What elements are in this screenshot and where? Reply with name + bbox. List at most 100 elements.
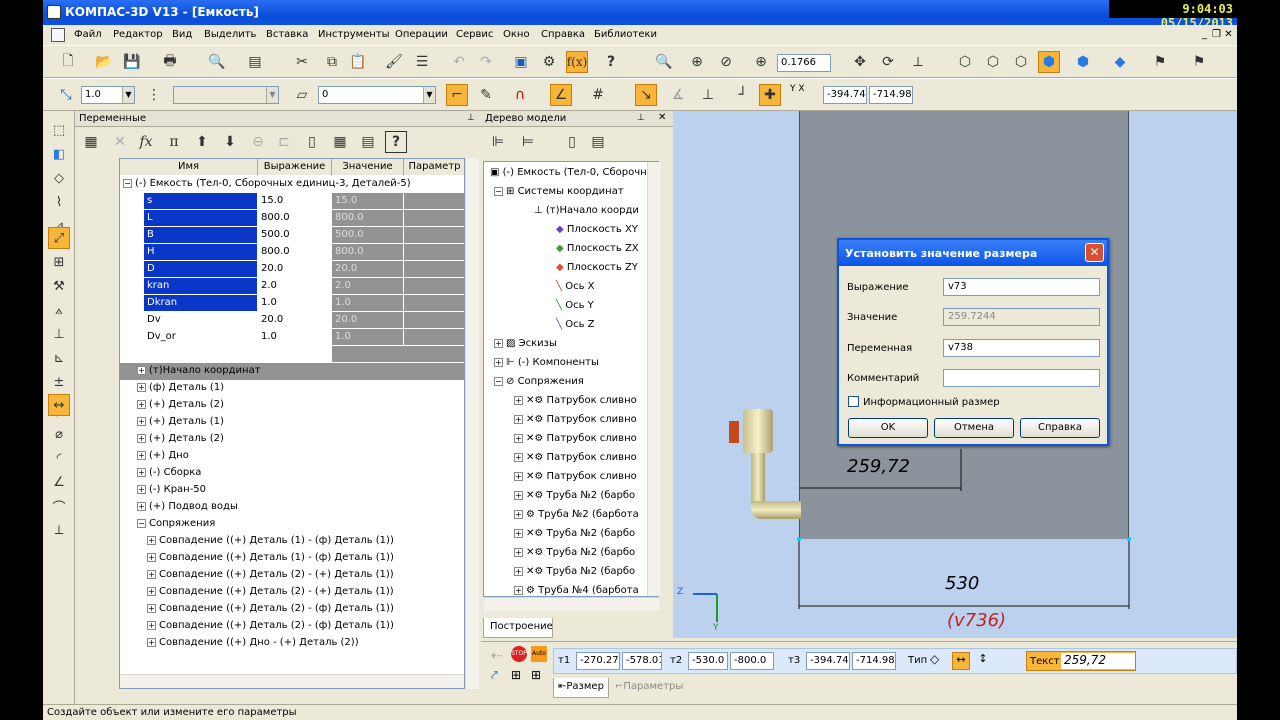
table-row[interactable]: L 800.0 800.0 [120, 210, 464, 227]
group-row[interactable]: + (+) Деталь (2) [120, 431, 464, 448]
t2-x-field[interactable]: -530.0 [688, 652, 728, 670]
comment-input[interactable] [943, 369, 1100, 387]
minimize-icon[interactable]: _ [1199, 30, 1210, 41]
expand-icon[interactable]: + [147, 603, 156, 613]
var-expr[interactable]: 800.0 [258, 210, 332, 227]
tree-view-icon[interactable]: ▤ [244, 51, 266, 73]
tab-params[interactable]: ⌐Параметры [611, 678, 691, 698]
zoom-scale-field[interactable]: 0.1766 [777, 54, 831, 72]
tree-node[interactable]: − ⊞ Системы координат [494, 186, 624, 197]
table-icon[interactable]: ▦ [329, 131, 351, 153]
list-item[interactable]: + Совпадение ((+) Деталь (2) - (ф) Деталь… [120, 601, 464, 618]
cursor-snap-icon[interactable]: ✚ [759, 84, 781, 106]
step-line-icon[interactable]: ┘ [732, 84, 754, 106]
var-name[interactable]: H [144, 244, 258, 261]
help-button[interactable]: Справка [1020, 418, 1100, 438]
expand-icon[interactable]: + [514, 490, 523, 500]
save-icon[interactable]: 💾 [121, 51, 143, 73]
t2-y-field[interactable]: -800.0 [730, 652, 774, 670]
expand-icon[interactable]: + [514, 585, 523, 595]
ortho-icon[interactable]: ∠ [550, 84, 572, 106]
perspective-icon[interactable]: ◆ [1109, 51, 1131, 73]
shaded-icon[interactable]: ⬢ [1038, 51, 1060, 73]
diameter-dim-icon[interactable]: ⌀ [48, 423, 70, 445]
arc-dim-icon[interactable]: ⌒ [48, 495, 70, 517]
dim-type-icon[interactable]: ◇ [930, 652, 948, 670]
dim-point-right[interactable] [1127, 537, 1131, 541]
angular-dim-icon[interactable]: ∠ [48, 471, 70, 493]
info-dimension-checkbox[interactable] [848, 396, 859, 407]
var-name[interactable]: Dv [144, 312, 258, 329]
expand-icon[interactable]: + [514, 528, 523, 538]
table-row[interactable]: B 500.0 500.0 [120, 227, 464, 244]
expand-icon[interactable]: + [137, 382, 146, 392]
cursor-y-field[interactable]: -714.98 [869, 86, 913, 104]
table-row[interactable]: D 20.0 20.0 [120, 261, 464, 278]
collapse-icon[interactable]: − [123, 178, 132, 188]
tree-filter-icon[interactable]: ⊨ [517, 131, 539, 153]
expand-icon[interactable]: + [137, 416, 146, 426]
menu-select[interactable]: Выделить [204, 29, 256, 40]
tree-node[interactable]: ╲ Ось Z [556, 319, 595, 330]
lock-icon[interactable]: ⊥ [48, 323, 70, 345]
pin-icon[interactable]: ⊥ [467, 113, 475, 123]
expand-icon[interactable]: + [494, 338, 503, 348]
var-expr[interactable]: 1.0 [258, 295, 332, 312]
ok-button[interactable]: OK [848, 418, 928, 438]
chevron-down-icon[interactable]: ▼ [266, 87, 278, 103]
grid-snap-icon[interactable]: ⊞ [511, 668, 521, 682]
tree-hscroll[interactable] [484, 597, 659, 611]
var-name[interactable]: s [144, 193, 258, 210]
collapse-icon[interactable]: − [494, 376, 503, 386]
chevron-down-icon[interactable]: ▼ [122, 87, 134, 103]
expand-icon[interactable]: + [137, 450, 146, 460]
tree-node[interactable]: + ✕⚙ Труба №2 (барбо [514, 547, 635, 558]
list-item[interactable]: + Совпадение ((+) Деталь (1) - (ф) Деталь… [120, 550, 464, 567]
menu-tools[interactable]: Инструменты [318, 29, 390, 40]
group-row[interactable]: + (+) Дно [120, 448, 464, 465]
expr-input[interactable]: v73 [943, 278, 1100, 296]
arrow-down-icon[interactable]: ⬇ [219, 131, 241, 153]
list-item[interactable]: + Совпадение ((+) Дно - (+) Деталь (2)) [120, 635, 464, 652]
menu-view[interactable]: Вид [172, 29, 192, 40]
expand-icon[interactable]: + [514, 433, 523, 443]
notes-icon[interactable]: ▤ [357, 131, 379, 153]
valve-assembly[interactable] [729, 405, 801, 525]
tree-vscroll[interactable] [647, 162, 661, 596]
restore-icon[interactable]: ❐ [1211, 30, 1222, 41]
paste-icon[interactable]: 📋 [347, 51, 369, 73]
var-name[interactable]: D [144, 261, 258, 278]
expand-icon[interactable]: + [137, 501, 146, 511]
hidden-lines-icon[interactable]: ⬡ [982, 51, 1004, 73]
menu-window[interactable]: Окно [503, 29, 530, 40]
arrow-left-icon[interactable]: ⇠ [491, 648, 503, 664]
menu-editor[interactable]: Редактор [113, 29, 163, 40]
var-expr[interactable]: 20.0 [258, 312, 332, 329]
calc-icon[interactable]: ▯ [301, 131, 323, 153]
menu-insert[interactable]: Вставка [266, 29, 308, 40]
table-row[interactable]: Dkran 1.0 1.0 [120, 295, 464, 312]
help-icon[interactable]: ? [385, 131, 407, 153]
tree-node[interactable]: + ⚙ Труба №2 (барбота [514, 509, 639, 520]
expand-icon[interactable]: + [514, 566, 523, 576]
snap-mode-icon[interactable]: ⤤ [491, 668, 498, 683]
var-name[interactable]: B [144, 227, 258, 244]
shaded-edges-icon[interactable]: ⬢ [1072, 51, 1094, 73]
line-dim-icon[interactable]: ⟂ [48, 519, 70, 541]
cursor-x-field[interactable]: -394.74 [823, 86, 867, 104]
filter-icon[interactable]: ⚑ [1149, 51, 1171, 73]
tree-node[interactable]: + ✕⚙ Труба №2 (барбо [514, 490, 635, 501]
tree-node[interactable]: + ▨ Эскизы [494, 338, 557, 349]
expand-icon[interactable]: + [514, 509, 523, 519]
zoom-window-icon[interactable]: ⊕ [686, 51, 708, 73]
expand-icon[interactable]: + [147, 586, 156, 596]
grid-icon[interactable]: # [587, 84, 609, 106]
tree-node[interactable]: − ⊘ Сопряжения [494, 376, 584, 387]
auto-icon[interactable]: Auto [531, 646, 547, 662]
zoom-scale-icon[interactable]: ⊘ [715, 51, 737, 73]
group-row[interactable]: + (-) Кран-50 [120, 482, 464, 499]
filter-select-icon[interactable]: ⟑ [48, 299, 70, 321]
table-row[interactable]: s 15.0 15.0 [120, 193, 464, 210]
t3-x-field[interactable]: -394.74 [806, 652, 850, 670]
expand-icon[interactable]: + [514, 414, 523, 424]
